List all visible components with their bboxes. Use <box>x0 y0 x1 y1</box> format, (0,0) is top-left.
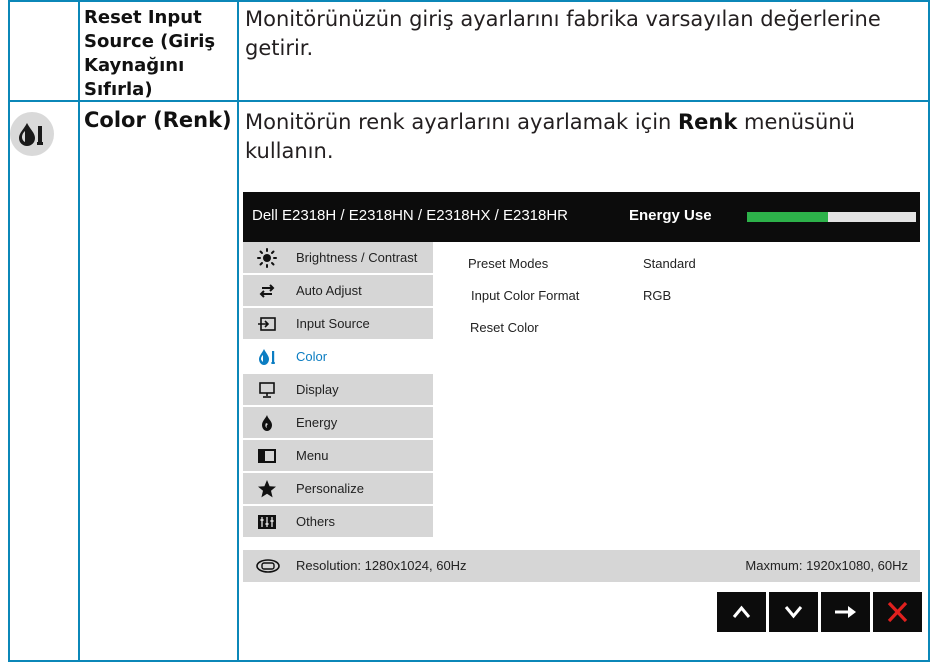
arrow-right-icon <box>835 606 856 618</box>
row-title-color: Color (Renk) <box>84 108 232 132</box>
table-border-bottom <box>8 660 930 662</box>
menu-item-label: Color <box>296 349 328 364</box>
table-border-left <box>8 0 10 662</box>
menu-item-input-source[interactable]: Input Source <box>243 308 433 341</box>
description-text: menüsünü <box>737 110 855 134</box>
menu-item-label: Others <box>296 514 336 529</box>
exit-button[interactable] <box>873 592 922 632</box>
color-icon <box>259 349 275 365</box>
others-icon <box>258 515 276 529</box>
menu-item-label: Energy <box>296 415 338 430</box>
auto-adjust-icon <box>259 284 275 298</box>
star-icon <box>258 480 276 498</box>
energy-use-label: Energy Use <box>629 207 712 224</box>
menu-item-brightness-contrast[interactable]: Brightness / Contrast <box>243 242 433 275</box>
menu-item-label: Input Source <box>296 316 370 331</box>
description-line: getirir. <box>245 36 314 60</box>
menu-item-display[interactable]: Display <box>243 374 433 407</box>
menu-item-label: Display <box>296 382 339 397</box>
description-line: Monitörünüzün giriş ayarlarını fabrika v… <box>245 7 881 31</box>
menu-item-others[interactable]: Others <box>243 506 433 539</box>
energy-icon <box>262 415 272 431</box>
input-source-icon <box>258 317 276 331</box>
submenu-input-color-format[interactable]: Input Color Format <box>471 288 579 303</box>
table-border-right <box>928 0 930 662</box>
energy-use-bar <box>747 212 916 222</box>
menu-item-label: Personalize <box>296 481 364 496</box>
description-line: Monitörün renk ayarlarını ayarlamak için… <box>245 108 855 137</box>
description-bold: Renk <box>678 110 738 134</box>
brightness-icon <box>257 248 277 268</box>
row-title-reset-input-source: Reset Input Source (Giriş Kaynağını Sıfı… <box>84 6 215 102</box>
row-description-color: Monitörün renk ayarlarını ayarlamak için… <box>245 108 855 166</box>
row-title-line: Source (Giriş <box>84 31 216 52</box>
energy-use-fill <box>747 212 828 222</box>
model-title: Dell E2318H / E2318HN / E2318HX / E2318H… <box>252 207 569 224</box>
maximum-resolution: Maxmum: 1920x1080, 60Hz <box>745 558 908 573</box>
display-icon <box>259 382 275 398</box>
close-icon <box>887 601 908 623</box>
menu-item-menu[interactable]: Menu <box>243 440 433 473</box>
menu-item-color[interactable]: Color <box>243 341 433 374</box>
table-border-top <box>8 0 930 2</box>
menu-item-energy[interactable]: Energy <box>243 407 433 440</box>
down-button[interactable] <box>769 592 818 632</box>
current-resolution: Resolution: 1280x1024, 60Hz <box>296 558 467 573</box>
menu-item-label: Auto Adjust <box>296 283 362 298</box>
osd-navigation-buttons <box>717 592 923 632</box>
osd-main-menu: Brightness / Contrast Auto Adjust Input … <box>243 242 433 539</box>
submenu-reset-color[interactable]: Reset Color <box>470 320 539 335</box>
submenu-preset-modes-value: Standard <box>643 256 696 271</box>
chevron-down-icon <box>784 606 803 619</box>
menu-item-label: Brightness / Contrast <box>296 250 418 265</box>
menu-item-label: Menu <box>296 448 329 463</box>
resolution-icon <box>256 559 280 573</box>
menu-icon <box>258 449 276 463</box>
column-divider-2 <box>237 0 239 662</box>
description-text: Monitörün renk ayarlarını ayarlamak için <box>245 110 679 134</box>
row-title-line: Kaynağını <box>84 55 185 76</box>
enter-button[interactable] <box>821 592 870 632</box>
row-title-line: Reset Input <box>84 7 202 28</box>
menu-item-personalize[interactable]: Personalize <box>243 473 433 506</box>
description-line: kullanın. <box>245 139 334 163</box>
osd-footer: Resolution: 1280x1024, 60Hz Maxmum: 1920… <box>243 550 920 582</box>
menu-item-auto-adjust[interactable]: Auto Adjust <box>243 275 433 308</box>
row-title-line: Sıfırla) <box>84 79 153 100</box>
osd-menu: Dell E2318H / E2318HN / E2318HX / E2318H… <box>243 192 920 584</box>
submenu-input-color-format-value: RGB <box>643 288 672 303</box>
row-description-reset-input-source: Monitörünüzün giriş ayarlarını fabrika v… <box>245 5 881 63</box>
column-divider-1 <box>78 0 80 662</box>
osd-header: Dell E2318H / E2318HN / E2318HX / E2318H… <box>243 192 920 242</box>
up-button[interactable] <box>717 592 766 632</box>
submenu-preset-modes[interactable]: Preset Modes <box>468 256 548 271</box>
chevron-up-icon <box>732 605 751 618</box>
color-drop-icon <box>10 112 54 156</box>
